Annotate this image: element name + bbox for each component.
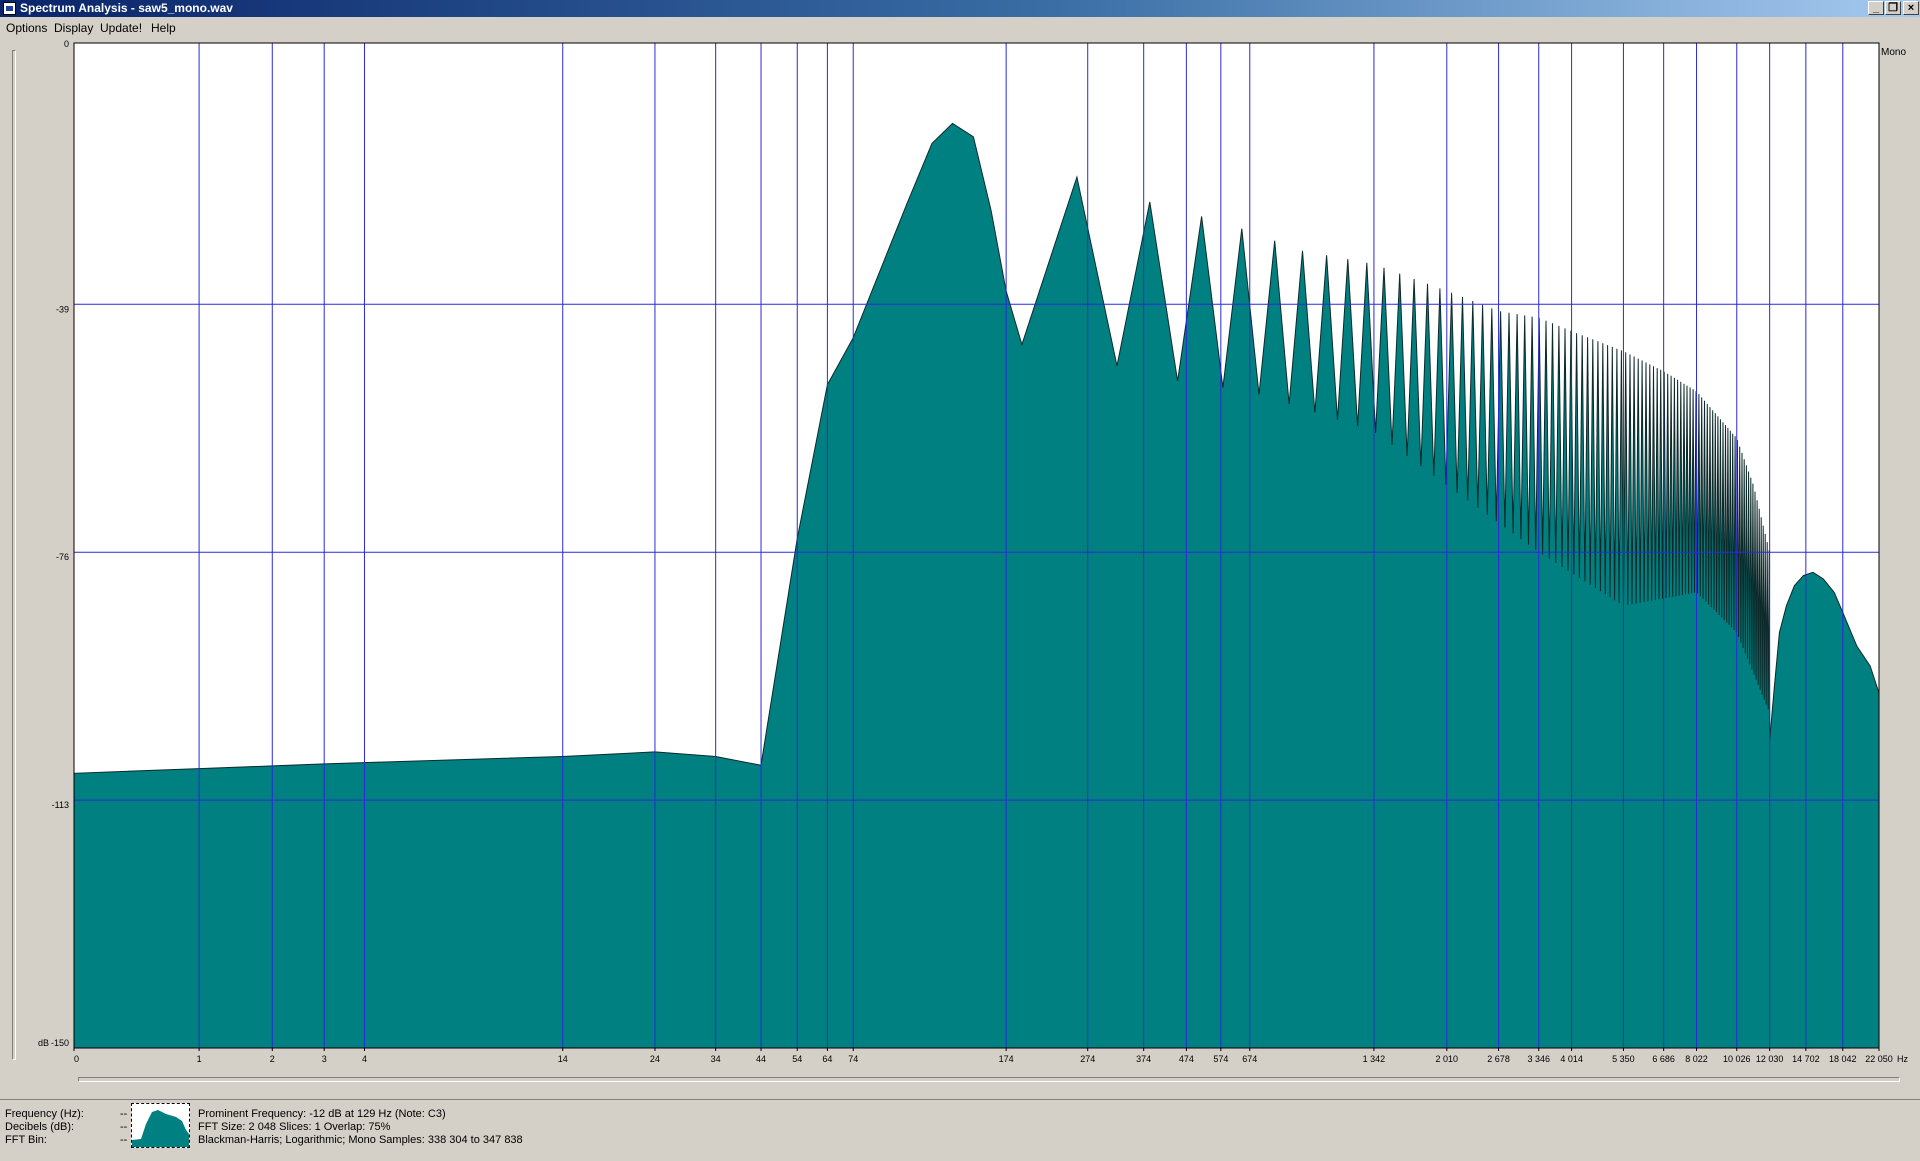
x-tick-label: 8 022	[1685, 1054, 1708, 1064]
fft-bin-label: FFT Bin:	[5, 1134, 47, 1146]
menu-update[interactable]: Update!	[100, 21, 142, 35]
x-tick-label: 674	[1242, 1054, 1257, 1064]
analysis-info: Prominent Frequency: -12 dB at 129 Hz (N…	[193, 1103, 1913, 1149]
x-tick-label: 4 014	[1560, 1054, 1583, 1064]
x-tick-label: 24	[650, 1054, 660, 1064]
x-tick-label: 474	[1179, 1054, 1194, 1064]
y-unit-label: dB	[38, 1038, 49, 1048]
menu-display[interactable]: Display	[54, 21, 93, 35]
menu-options[interactable]: Options	[6, 21, 47, 35]
horizontal-scroll-track[interactable]	[78, 1077, 1900, 1082]
x-tick-label: 274	[1080, 1054, 1095, 1064]
decibels-value: --	[120, 1121, 128, 1133]
window-settings-text: Blackman-Harris; Logarithmic; Mono Sampl…	[198, 1134, 523, 1146]
x-tick-label: 22 050	[1865, 1054, 1893, 1064]
x-tick-label: 10 026	[1723, 1054, 1751, 1064]
prominent-frequency-text: Prominent Frequency: -12 dB at 129 Hz (N…	[198, 1108, 446, 1120]
x-tick-label: 14 702	[1792, 1054, 1820, 1064]
x-tick-label: 74	[848, 1054, 858, 1064]
status-panel: Frequency (Hz): Decibels (dB): FFT Bin: …	[0, 1099, 1920, 1161]
fft-bin-value: --	[120, 1134, 128, 1146]
x-tick-label: 12 030	[1756, 1054, 1784, 1064]
x-tick-label: 2 010	[1436, 1054, 1459, 1064]
app-icon[interactable]	[3, 2, 16, 15]
x-tick-label: 574	[1213, 1054, 1228, 1064]
frequency-value: --	[120, 1108, 128, 1120]
x-tick-label: 34	[711, 1054, 721, 1064]
x-tick-label: 1 342	[1363, 1054, 1386, 1064]
y-tick-label: -76	[56, 552, 69, 562]
x-tick-label: 2 678	[1487, 1054, 1510, 1064]
title-bar: Spectrum Analysis - saw5_mono.wav _ ❐ ×	[0, 0, 1920, 17]
x-tick-label: 174	[999, 1054, 1014, 1064]
y-tick-label: 0	[64, 39, 69, 49]
y-tick-label: -39	[56, 304, 69, 314]
x-tick-label: 374	[1136, 1054, 1151, 1064]
spectrum-chart[interactable]: 0 1 2 3 4 14 24 34 44 54 64 74 174 274 374 474 574 674 1 3…	[0, 38, 1920, 1096]
y-tick-label: -113	[52, 800, 69, 810]
channel-label: Mono	[1881, 47, 1906, 58]
x-tick-label: 1	[197, 1054, 202, 1064]
decibels-label: Decibels (dB):	[5, 1121, 75, 1133]
frequency-label: Frequency (Hz):	[5, 1108, 84, 1120]
menu-help[interactable]: Help	[151, 21, 176, 35]
x-tick-label: 4	[362, 1054, 367, 1064]
x-tick-label: 3 346	[1527, 1054, 1550, 1064]
x-tick-label: 54	[792, 1054, 802, 1064]
spectrum-thumbnail[interactable]	[131, 1103, 190, 1148]
menu-bar: Options Display Update! Help	[0, 18, 1920, 38]
minimize-button[interactable]: _	[1868, 1, 1884, 15]
thumbnail-graph	[132, 1110, 189, 1147]
x-tick-label: 14	[558, 1054, 568, 1064]
x-tick-label: 2	[270, 1054, 275, 1064]
x-tick-label: 44	[756, 1054, 766, 1064]
x-tick-label: 18 042	[1829, 1054, 1857, 1064]
window-title: Spectrum Analysis - saw5_mono.wav	[20, 1, 233, 15]
x-tick-label: 0	[74, 1054, 79, 1064]
restore-button[interactable]: ❐	[1885, 1, 1901, 15]
y-tick-label: -150	[51, 1038, 69, 1048]
x-tick-label: 6 686	[1652, 1054, 1675, 1064]
x-tick-label: 3	[322, 1054, 327, 1064]
fft-settings-text: FFT Size: 2 048 Slices: 1 Overlap: 75%	[198, 1121, 391, 1133]
x-tick-label: 5 350	[1612, 1054, 1635, 1064]
close-button[interactable]: ×	[1903, 1, 1919, 15]
x-tick-label: 64	[822, 1054, 832, 1064]
x-unit-label: Hz	[1897, 1054, 1908, 1064]
